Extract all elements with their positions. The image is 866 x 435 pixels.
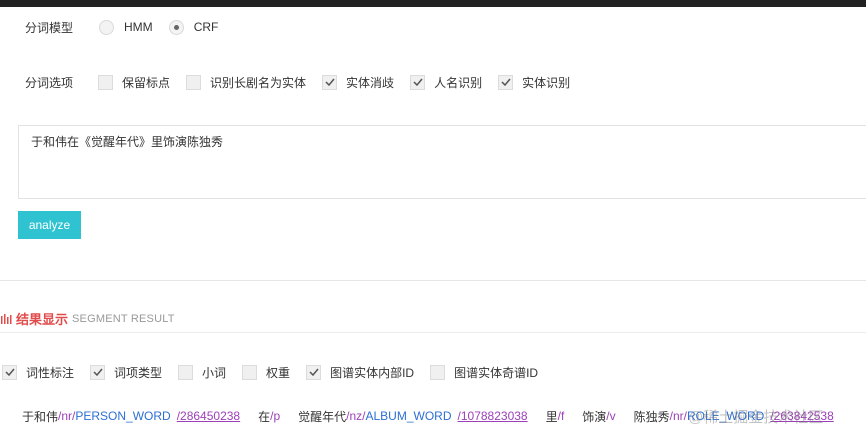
segment-pos: /v xyxy=(606,409,616,423)
segment-word: 里 xyxy=(545,409,558,424)
segment-type: PERSON_WORD xyxy=(75,409,171,423)
options-row: 分词选项 保留标点 识别长剧名为实体 实体消歧 人名识别 实体识别 xyxy=(25,72,570,92)
checkbox-entity-disambiguation-label: 实体消歧 xyxy=(346,75,395,90)
checkbox-entity-recognition[interactable] xyxy=(498,74,514,90)
segment-item: 里/f xyxy=(546,408,565,425)
segment-word: 觉醒年代 xyxy=(298,409,347,424)
segment-id-link[interactable]: /286450238 xyxy=(177,409,240,423)
radio-hmm[interactable] xyxy=(99,19,115,35)
model-label: 分词模型 xyxy=(25,20,74,35)
checkbox-small-word-label: 小词 xyxy=(202,365,227,380)
model-row: 分词模型 HMM CRF xyxy=(25,17,234,37)
checkbox-internal-id-label: 图谱实体内部ID xyxy=(330,365,415,380)
checkbox-pos-tag[interactable] xyxy=(2,364,17,380)
segment-pos: /nr/ xyxy=(669,409,687,423)
checkbox-person-recognition[interactable] xyxy=(410,74,426,90)
checkbox-internal-id[interactable] xyxy=(306,364,322,380)
equalizer-icon xyxy=(1,313,12,324)
segment-pos: /f xyxy=(557,409,565,423)
display-options-row: 词性标注 词项类型 小词 权重 图谱实体内部ID 图谱实体奇谱ID xyxy=(2,362,538,382)
checkbox-small-word[interactable] xyxy=(178,364,194,380)
segment-id-link[interactable]: /1078823038 xyxy=(458,409,528,423)
checkbox-weight[interactable] xyxy=(242,364,258,380)
check-icon xyxy=(325,78,335,86)
checkbox-qipu-id[interactable] xyxy=(430,364,446,380)
checkbox-weight-label: 权重 xyxy=(266,365,291,380)
checkbox-long-title-entity[interactable] xyxy=(186,74,202,90)
checkbox-person-recognition-label: 人名识别 xyxy=(434,75,483,90)
segment-pos: /p xyxy=(270,409,281,423)
watermark: @稀土掘金技术社区 xyxy=(688,409,824,426)
segment-item: 于和伟/nr/PERSON_WORD/286450238 xyxy=(22,408,240,425)
check-icon xyxy=(501,78,511,86)
radio-crf-label: CRF xyxy=(193,20,219,34)
segment-word: 陈独秀 xyxy=(633,409,670,424)
segment-item: 饰演/v xyxy=(582,408,615,425)
segment-item: 觉醒年代/nz/ALBUM_WORD/1078823038 xyxy=(298,408,527,425)
checkbox-keep-punct-label: 保留标点 xyxy=(122,75,171,90)
segment-word: 饰演 xyxy=(582,409,607,424)
checkbox-qipu-id-label: 图谱实体奇谱ID xyxy=(454,365,539,380)
checkbox-keep-punct[interactable] xyxy=(98,74,114,90)
checkbox-term-type[interactable] xyxy=(90,364,106,380)
checkbox-pos-tag-label: 词性标注 xyxy=(26,365,75,380)
segment-type: ALBUM_WORD xyxy=(365,409,452,423)
segment-word: 在 xyxy=(258,409,271,424)
segment-item: 在/p xyxy=(258,408,280,425)
result-title: 结果显示 xyxy=(16,312,69,327)
top-bar xyxy=(0,0,866,7)
result-subtitle: SEGMENT RESULT xyxy=(72,312,175,325)
input-textarea[interactable]: 于和伟在《觉醒年代》里饰演陈独秀 xyxy=(18,125,866,199)
analyze-button[interactable]: analyze xyxy=(18,211,81,239)
check-icon xyxy=(309,368,319,376)
checkbox-term-type-label: 词项类型 xyxy=(114,365,163,380)
check-icon xyxy=(413,78,423,86)
segment-pos: /nz/ xyxy=(346,409,366,423)
config-panel: 分词模型 HMM CRF 分词选项 保留标点 识别长剧名为实体 实体消歧 人名识… xyxy=(0,7,866,281)
checkbox-entity-disambiguation[interactable] xyxy=(322,74,338,90)
segment-pos: /nr/ xyxy=(58,409,76,423)
check-icon xyxy=(92,368,103,376)
segment-word: 于和伟 xyxy=(22,409,59,424)
check-icon xyxy=(4,368,15,376)
radio-crf[interactable] xyxy=(168,19,184,35)
options-label: 分词选项 xyxy=(25,75,74,90)
checkbox-long-title-entity-label: 识别长剧名为实体 xyxy=(210,75,307,90)
result-header: 结果显示 SEGMENT RESULT xyxy=(0,305,866,333)
checkbox-entity-recognition-label: 实体识别 xyxy=(522,75,571,90)
radio-hmm-label: HMM xyxy=(124,20,153,34)
